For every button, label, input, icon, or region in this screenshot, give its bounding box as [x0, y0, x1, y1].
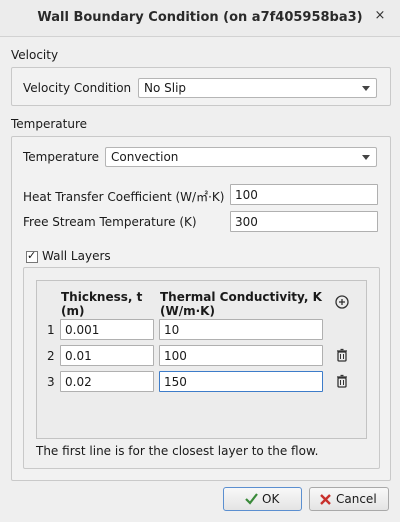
- ok-button[interactable]: OK: [223, 487, 302, 511]
- cancel-x-icon: [320, 494, 331, 505]
- col-conductivity-header: Thermal Conductivity, K (W/m·K): [160, 290, 322, 318]
- wall-layers-footnote: The first line is for the closest layer …: [36, 444, 319, 458]
- chevron-down-icon: [362, 155, 370, 160]
- temperature-type-select[interactable]: Convection: [105, 147, 377, 167]
- htc-label: Heat Transfer Coefficient (W/㎡·K): [23, 190, 225, 204]
- thickness-input-row-3[interactable]: [60, 371, 154, 392]
- checkmark-icon: ✓: [27, 249, 37, 262]
- cancel-button[interactable]: Cancel: [309, 487, 389, 511]
- wall-layers-label: Wall Layers: [42, 249, 111, 263]
- wall-layers-group: Thickness, t (m) Thermal Conductivity, K…: [23, 267, 380, 469]
- temperature-type-value: Convection: [111, 150, 179, 164]
- temperature-group: Temperature Convection Heat Transfer Coe…: [11, 136, 391, 481]
- cancel-button-label: Cancel: [336, 492, 377, 506]
- chevron-down-icon: [362, 86, 370, 91]
- fst-input[interactable]: [230, 211, 378, 232]
- velocity-group: Velocity Condition No Slip: [11, 67, 391, 106]
- velocity-section-label: Velocity: [11, 48, 59, 62]
- row-index: 1: [47, 323, 55, 337]
- conductivity-input-row-3[interactable]: [159, 371, 323, 392]
- wall-layers-checkbox[interactable]: ✓: [26, 249, 38, 263]
- add-circle-icon[interactable]: [334, 294, 350, 310]
- velocity-condition-select[interactable]: No Slip: [138, 78, 377, 98]
- thickness-input-row-1[interactable]: [60, 319, 154, 340]
- row-index: 2: [47, 349, 55, 363]
- fst-label: Free Stream Temperature (K): [23, 215, 197, 229]
- temperature-section-label: Temperature: [11, 117, 88, 131]
- velocity-condition-label: Velocity Condition: [23, 81, 132, 95]
- checkmark-icon: [245, 493, 258, 505]
- wall-layers-table: Thickness, t (m) Thermal Conductivity, K…: [36, 280, 367, 439]
- window-title: Wall Boundary Condition (on a7f405958ba3…: [37, 10, 363, 25]
- row-index: 3: [47, 375, 55, 389]
- title-bar: Wall Boundary Condition (on a7f405958ba3…: [0, 0, 400, 37]
- col-thickness-header: Thickness, t (m): [61, 290, 143, 318]
- conductivity-input-row-2[interactable]: [159, 345, 323, 366]
- conductivity-input-row-1[interactable]: [159, 319, 323, 340]
- trash-icon[interactable]: [334, 373, 350, 389]
- htc-input[interactable]: [230, 184, 378, 205]
- velocity-condition-value: No Slip: [144, 81, 187, 95]
- ok-button-label: OK: [262, 492, 280, 506]
- thickness-input-row-2[interactable]: [60, 345, 154, 366]
- close-icon[interactable]: ×: [372, 8, 388, 26]
- temperature-type-label: Temperature: [23, 150, 100, 164]
- trash-icon[interactable]: [334, 347, 350, 363]
